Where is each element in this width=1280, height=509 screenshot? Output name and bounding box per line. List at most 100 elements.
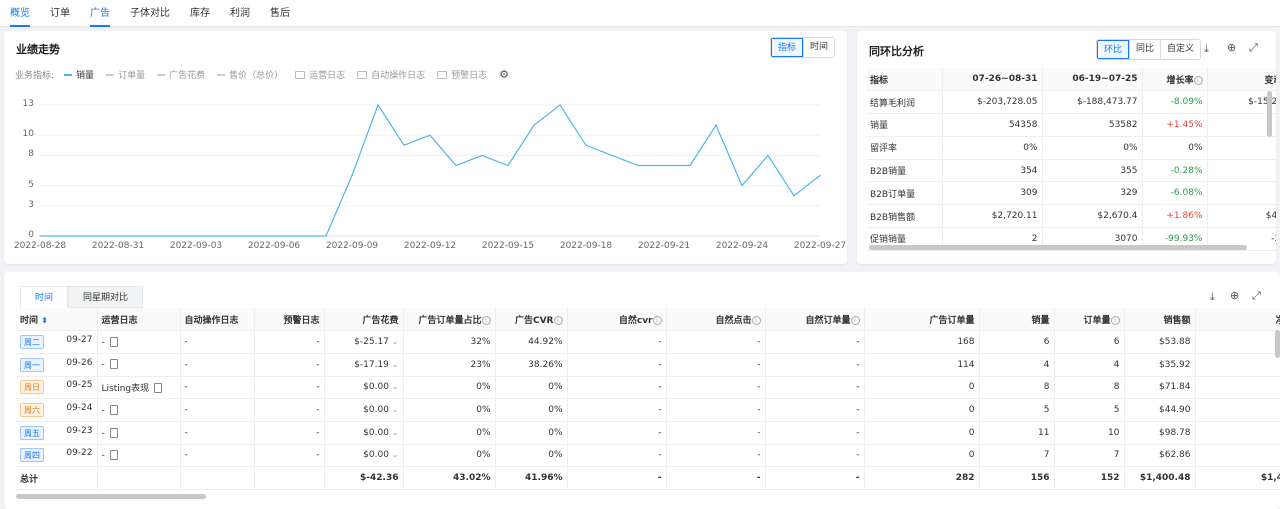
compare-vscrollbar[interactable] — [1267, 91, 1272, 137]
total-ncvr: - — [567, 466, 667, 490]
table-row[interactable]: 周六09-24---$0.00 ⌄0%0%---055$44.90$44.9 — [16, 398, 1280, 422]
compare-rate-value: -0.28% — [1142, 159, 1208, 183]
zoom-icon[interactable]: ⊕ — [1227, 41, 1236, 54]
detail-vscrollbar[interactable] — [1275, 330, 1280, 358]
ops-log-cell: - — [97, 353, 181, 377]
chevron-down-icon[interactable]: ⌄ — [392, 450, 399, 459]
toggle-custom[interactable]: 自定义 — [1160, 40, 1201, 59]
detail-hscrollbar[interactable] — [16, 494, 206, 499]
compare-hscrollbar[interactable] — [869, 245, 1247, 250]
legend-units[interactable]: 销量 — [64, 68, 94, 81]
fullscreen-icon[interactable]: ⤢ — [1252, 289, 1261, 303]
toggle-metric[interactable]: 指标 — [770, 38, 803, 57]
table-row[interactable]: 周四09-22---$0.00 ⌄0%0%---077$62.86$62.8 — [16, 444, 1280, 468]
info-icon[interactable]: i — [481, 315, 491, 325]
units-cell: 7 — [979, 444, 1055, 468]
legend-warn-log[interactable]: 预警日志 — [437, 68, 487, 81]
info-icon[interactable]: i — [1110, 315, 1120, 325]
tab-profit[interactable]: 利润 — [230, 0, 250, 27]
sort-icon[interactable]: ⬍ — [41, 316, 48, 325]
norder-cell: - — [765, 330, 865, 354]
info-icon[interactable]: i — [553, 315, 563, 325]
view-log-icon[interactable] — [154, 383, 163, 394]
legend-price[interactable]: 售价（总价） — [217, 68, 283, 81]
tab-overview[interactable]: 概览 — [10, 0, 30, 27]
settings-icon[interactable]: ⚙ — [499, 68, 509, 81]
compare-metric-name: 结算毛利润 — [866, 90, 943, 115]
compare-metric-name: B2B订单量 — [866, 181, 943, 206]
info-icon[interactable]: i — [652, 315, 662, 325]
compare-metric-name: 销量 — [866, 113, 943, 137]
adorder-cell: 0 — [864, 398, 980, 422]
date-label: 09-23 — [66, 425, 93, 436]
compare-period-b-value: 355 — [1042, 159, 1143, 183]
download-icon[interactable]: ⤓ — [1210, 290, 1215, 304]
col-natural-cvr: 自然cvr i — [567, 308, 667, 332]
chevron-down-icon[interactable]: ⌄ — [392, 382, 399, 391]
col-ops-log: 运营日志 — [97, 308, 181, 332]
ad-spend-cell[interactable]: $0.00 ⌄ — [324, 376, 404, 400]
weekday-badge: 周六 — [20, 403, 44, 418]
tab-orders[interactable]: 订单 — [50, 0, 70, 27]
chevron-down-icon[interactable]: ⌄ — [392, 360, 399, 369]
total-units: 156 — [979, 466, 1055, 490]
net-cell: $35.9 — [1195, 353, 1280, 377]
fullscreen-icon[interactable]: ⤢ — [1249, 41, 1258, 55]
add-log-icon[interactable] — [109, 450, 118, 461]
legend-orders[interactable]: 订单量 — [106, 68, 145, 81]
tab-ads[interactable]: 广告 — [90, 0, 110, 27]
tab-time[interactable]: 时间 — [20, 286, 69, 308]
share-cell: 0% — [403, 444, 496, 468]
compare-header-row: 指标 07-26~08-31 06-19~07-25 增长率i 变动值 — [866, 68, 1276, 92]
units-cell: 6 — [979, 330, 1055, 354]
legend-ops-log[interactable]: 运营日志 — [295, 68, 345, 81]
tab-after-sales[interactable]: 售后 — [270, 0, 290, 27]
ad-spend-cell[interactable]: $-25.17 ⌄ — [324, 330, 404, 354]
tab-weekday-compare[interactable]: 同星期对比 — [68, 286, 144, 308]
norder-cell: - — [765, 421, 865, 445]
compare-row: B2B订单量309329-6.08%-2 — [866, 181, 1276, 206]
table-row[interactable]: 周一 09-26- - - $-17.19 ⌄ 23% 38.26% - - -114 4 4 $35.… — [16, 353, 1280, 377]
download-icon[interactable]: ⤓ — [1204, 42, 1209, 56]
chevron-down-icon[interactable]: ⌄ — [392, 405, 399, 414]
toggle-time[interactable]: 时间 — [802, 38, 834, 57]
legend-ad-spend[interactable]: 广告花费 — [157, 68, 205, 81]
compare-period-a-value: 0% — [942, 136, 1043, 160]
compare-metric-name: 留评率 — [866, 136, 943, 160]
x-tick-label: 2022-09-09 — [325, 241, 379, 251]
ops-log-text: - — [101, 450, 105, 461]
legend-auto-log[interactable]: 自动操作日志 — [357, 68, 425, 81]
info-icon[interactable]: i — [1193, 75, 1203, 85]
table-row[interactable]: 周五09-23---$0.00 ⌄0%0%---01110$98.78$98.7 — [16, 421, 1280, 445]
compare-change-value: - — [1207, 159, 1276, 183]
add-log-icon[interactable] — [109, 336, 118, 347]
chevron-down-icon[interactable]: ⌄ — [392, 428, 399, 437]
x-tick-label: 2022-09-27 — [793, 241, 847, 251]
y-tick-label: 10 — [22, 129, 34, 140]
ad-spend-cell[interactable]: $0.00 ⌄ — [324, 421, 404, 445]
add-log-icon[interactable] — [109, 427, 118, 438]
col-time[interactable]: 时间 ⬍ — [16, 308, 98, 332]
compare-rate-value: -6.08% — [1142, 181, 1208, 206]
date-label: 09-22 — [66, 448, 93, 459]
share-cell: 0% — [403, 376, 496, 400]
zoom-icon[interactable]: ⊕ — [1230, 289, 1239, 302]
table-row[interactable]: 周二 09-27- - - $-25.17 ⌄ 32% 44.92% - - -168 6 6 $53.… — [16, 330, 1280, 354]
date-cell: 周五 09-23 — [16, 421, 98, 445]
add-log-icon[interactable] — [109, 359, 118, 370]
add-log-icon[interactable] — [109, 404, 118, 415]
tab-child-compare[interactable]: 子体对比 — [130, 0, 170, 27]
toggle-yoy[interactable]: 同比 — [1129, 40, 1161, 59]
auto-log-cell: - — [180, 398, 255, 422]
tab-inventory[interactable]: 库存 — [190, 0, 210, 27]
chevron-down-icon[interactable]: ⌄ — [392, 337, 399, 346]
info-icon[interactable]: i — [850, 315, 860, 325]
toggle-mom[interactable]: 环比 — [1097, 40, 1130, 59]
ncvr-cell: - — [567, 421, 667, 445]
ad-spend-cell[interactable]: $-17.19 ⌄ — [324, 353, 404, 377]
ad-spend-cell[interactable]: $0.00 ⌄ — [324, 398, 404, 422]
table-row[interactable]: 周日 09-25 Listing表现 - - $0.00 ⌄ 0% 0% - - -0 8 8 $71.8… — [16, 376, 1280, 400]
ad-spend-cell[interactable]: $0.00 ⌄ — [324, 444, 404, 468]
col-orders: 订单量 i — [1054, 308, 1125, 332]
info-icon[interactable]: i — [751, 315, 761, 325]
